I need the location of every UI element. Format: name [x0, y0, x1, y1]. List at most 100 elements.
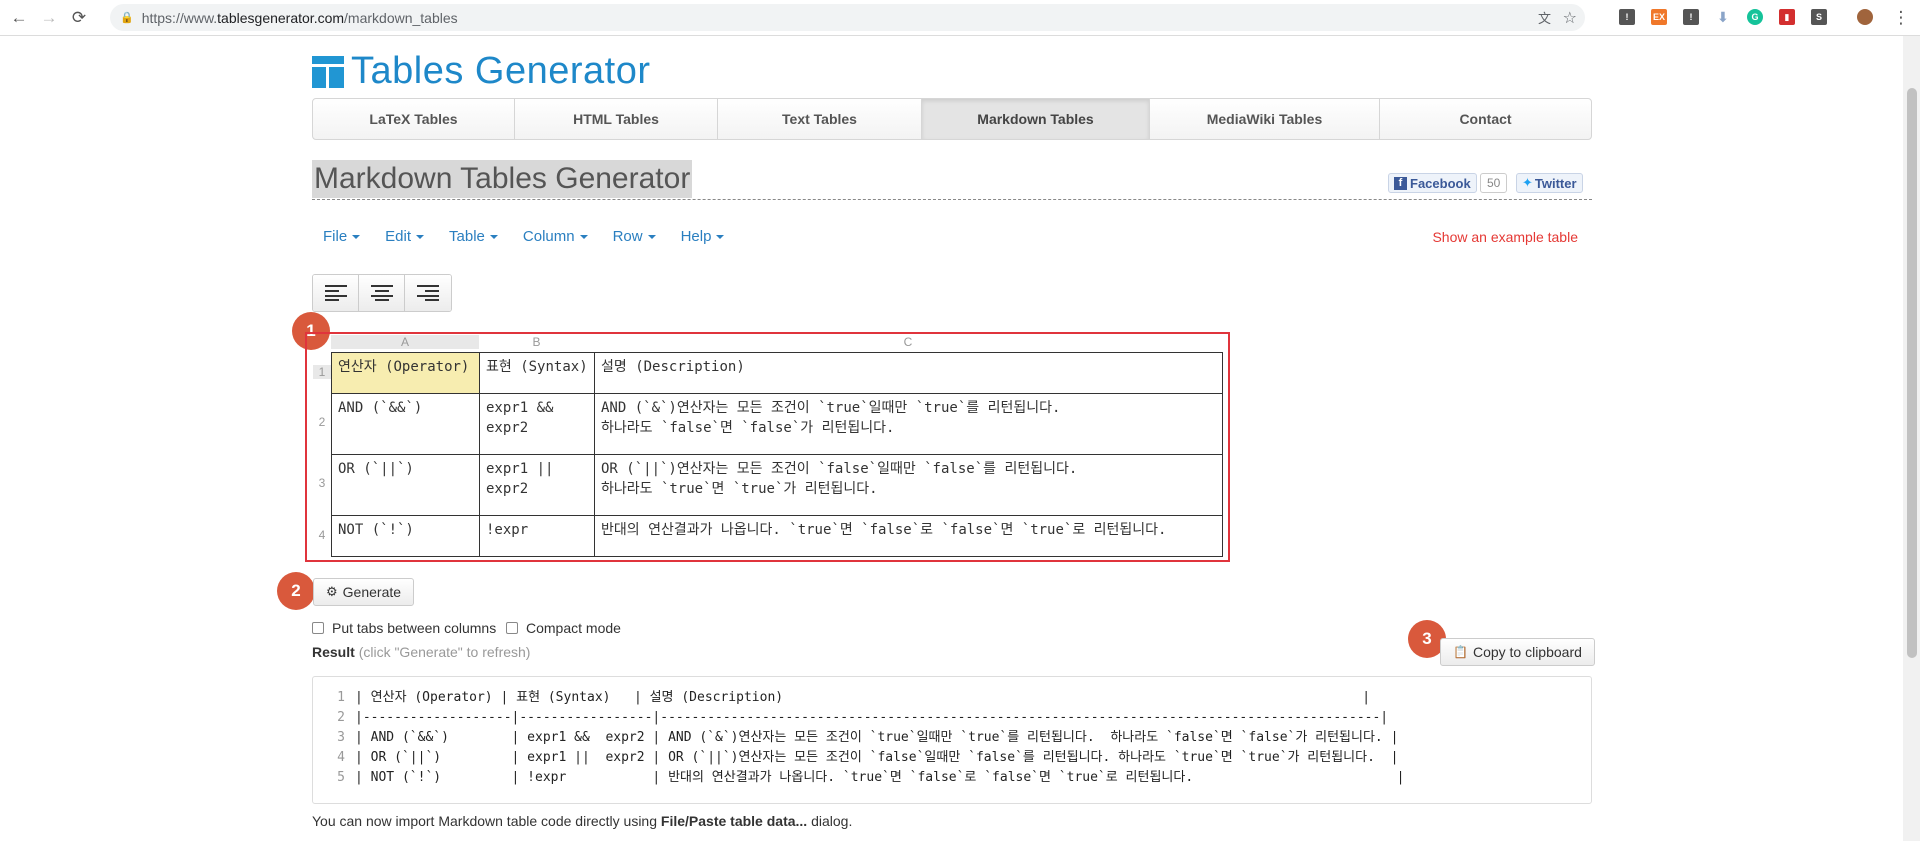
- clipboard-icon: 📋: [1453, 645, 1468, 659]
- url-path: /markdown_tables: [344, 9, 458, 26]
- profile-avatar-icon[interactable]: [1857, 9, 1873, 25]
- scrollbar-thumb[interactable]: [1907, 88, 1917, 658]
- result-code-box[interactable]: 1 | 연산자 (Operator) | 표현 (Syntax) | 설명 (De…: [312, 676, 1592, 804]
- menu-row[interactable]: Row: [613, 228, 656, 245]
- import-note-bold: File/Paste table data...: [660, 813, 808, 829]
- menu-file[interactable]: File: [323, 228, 361, 245]
- column-header-b[interactable]: B: [479, 335, 594, 349]
- column-header-a[interactable]: A: [331, 335, 479, 349]
- tab-markdown-tables[interactable]: Markdown Tables: [922, 99, 1150, 139]
- table-cell[interactable]: AND (`&&`): [331, 393, 480, 455]
- align-center-icon: [370, 285, 393, 301]
- table-cell[interactable]: 설명 (Description): [594, 352, 1223, 394]
- extension-icon[interactable]: ▮: [1779, 9, 1795, 25]
- line-number: 1: [337, 690, 345, 705]
- caret-down-icon: [579, 234, 588, 239]
- code-text: | NOT (`!`) | !expr | 반대의 연산결과가 나옵니다. `t…: [355, 770, 1405, 785]
- menu-file-label: File: [323, 228, 348, 245]
- line-number: 4: [337, 750, 345, 765]
- put-tabs-checkbox[interactable]: [312, 622, 324, 634]
- extension-icon[interactable]: EX: [1651, 9, 1667, 25]
- column-header-c[interactable]: C: [594, 335, 1222, 349]
- menu-column[interactable]: Column: [523, 228, 588, 245]
- back-icon[interactable]: ←: [8, 7, 30, 29]
- menu-edit-label: Edit: [385, 228, 412, 245]
- code-line: 2 |-------------------|-----------------|…: [313, 708, 1388, 728]
- facebook-label: Facebook: [1410, 175, 1471, 191]
- menu-table[interactable]: Table: [449, 228, 498, 245]
- table-cell[interactable]: NOT (`!`): [331, 515, 480, 557]
- result-label: Result: [312, 644, 355, 660]
- twitter-icon: ✦: [1522, 175, 1533, 190]
- table-cell[interactable]: expr1 && expr2: [479, 393, 595, 455]
- menu-column-label: Column: [522, 228, 575, 245]
- site-logo[interactable]: Tables Generator: [312, 50, 651, 93]
- import-note-suffix: dialog.: [807, 813, 853, 829]
- menu-edit[interactable]: Edit: [385, 228, 425, 245]
- reload-icon[interactable]: ⟳: [68, 7, 90, 29]
- caret-down-icon: [716, 234, 725, 239]
- table-cell[interactable]: AND (`&`)연산자는 모든 조건이 `true`일때만 `true`를 리…: [594, 393, 1223, 455]
- align-left-button[interactable]: [313, 275, 359, 311]
- import-note-prefix: You can now import Markdown table code d…: [312, 813, 661, 829]
- bookmark-star-icon[interactable]: ☆: [1563, 8, 1577, 28]
- extension-icon[interactable]: !: [1683, 9, 1699, 25]
- facebook-share-button[interactable]: f Facebook: [1388, 173, 1477, 193]
- row-number-2[interactable]: 2: [313, 415, 331, 429]
- table-row: NOT (`!`) !expr 반대의 연산결과가 나옵니다. `true`면 …: [331, 515, 1223, 557]
- table-cell[interactable]: 표현 (Syntax): [479, 352, 595, 394]
- result-heading: Result (click "Generate" to refresh): [312, 644, 530, 660]
- copy-to-clipboard-button[interactable]: 📋 Copy to clipboard: [1440, 638, 1595, 666]
- table-cell[interactable]: !expr: [479, 515, 595, 557]
- translate-icon[interactable]: 文: [1538, 8, 1551, 27]
- tab-latex-tables[interactable]: LaTeX Tables: [313, 99, 515, 139]
- table-row: AND (`&&`) expr1 && expr2 AND (`&`)연산자는 …: [331, 393, 1223, 455]
- table-cell[interactable]: 반대의 연산결과가 나옵니다. `true`면 `false`로 `false`…: [594, 515, 1223, 557]
- table-cell[interactable]: 연산자 (Operator): [331, 352, 480, 394]
- compact-mode-option[interactable]: Compact mode: [506, 620, 621, 636]
- lock-icon: 🔒: [120, 12, 134, 24]
- extension-icon[interactable]: S: [1811, 9, 1827, 25]
- compact-mode-checkbox[interactable]: [506, 622, 518, 634]
- row-number-4[interactable]: 4: [313, 528, 331, 542]
- address-bar[interactable]: 🔒 https://www. tablesgenerator.com/markdo…: [110, 4, 1585, 31]
- menu-kebab-icon[interactable]: ⋮: [1890, 7, 1912, 29]
- table-row: 연산자 (Operator) 표현 (Syntax) 설명 (Descripti…: [331, 352, 1223, 394]
- page-title: Markdown Tables Generator: [312, 160, 693, 198]
- align-center-button[interactable]: [359, 275, 405, 311]
- menu-help[interactable]: Help: [681, 228, 725, 245]
- result-hint: (click "Generate" to refresh): [358, 644, 531, 660]
- code-text: | 연산자 (Operator) | 표현 (Syntax) | 설명 (Des…: [355, 690, 1371, 705]
- put-tabs-label: Put tabs between columns: [332, 620, 497, 636]
- step-badge-2: 2: [277, 572, 315, 610]
- facebook-icon: f: [1394, 176, 1407, 190]
- download-icon[interactable]: ⬇: [1715, 9, 1731, 25]
- table-cell[interactable]: expr1 || expr2: [479, 454, 595, 516]
- row-number-3[interactable]: 3: [313, 476, 331, 490]
- browser-toolbar: ← → ⟳ 🔒 https://www. tablesgenerator.com /…: [0, 0, 1920, 36]
- table-logo-icon: [312, 55, 344, 88]
- grammarly-icon[interactable]: G: [1747, 9, 1763, 25]
- tab-text-tables[interactable]: Text Tables: [718, 99, 922, 139]
- alignment-toolbar: [312, 274, 452, 312]
- align-right-button[interactable]: [405, 275, 451, 311]
- twitter-share-button[interactable]: ✦ Twitter: [1516, 173, 1583, 193]
- editor-menubar: File Edit Table Column Row Help: [323, 228, 749, 245]
- put-tabs-option[interactable]: Put tabs between columns: [312, 620, 496, 636]
- page-scrollbar[interactable]: [1903, 36, 1920, 841]
- line-number: 2: [337, 710, 345, 725]
- code-line: 1 | 연산자 (Operator) | 표현 (Syntax) | 설명 (De…: [313, 688, 1370, 708]
- extension-icon[interactable]: !: [1619, 9, 1635, 25]
- row-number-1[interactable]: 1: [313, 365, 331, 379]
- menu-row-label: Row: [612, 228, 643, 245]
- table-cell[interactable]: OR (`||`): [331, 454, 480, 516]
- generate-button[interactable]: ⚙ Generate: [313, 578, 415, 606]
- editor-table: 연산자 (Operator) 표현 (Syntax) 설명 (Descripti…: [331, 352, 1223, 557]
- code-line: 5 | NOT (`!`) | !expr | 반대의 연산결과가 나옵니다. `…: [313, 768, 1404, 788]
- table-cell[interactable]: OR (`||`)연산자는 모든 조건이 `false`일때만 `false`를…: [594, 454, 1223, 516]
- tab-html-tables[interactable]: HTML Tables: [515, 99, 718, 139]
- show-example-link[interactable]: Show an example table: [1432, 229, 1578, 245]
- tab-contact[interactable]: Contact: [1380, 99, 1591, 139]
- tab-mediawiki-tables[interactable]: MediaWiki Tables: [1150, 99, 1380, 139]
- forward-icon[interactable]: →: [38, 7, 60, 29]
